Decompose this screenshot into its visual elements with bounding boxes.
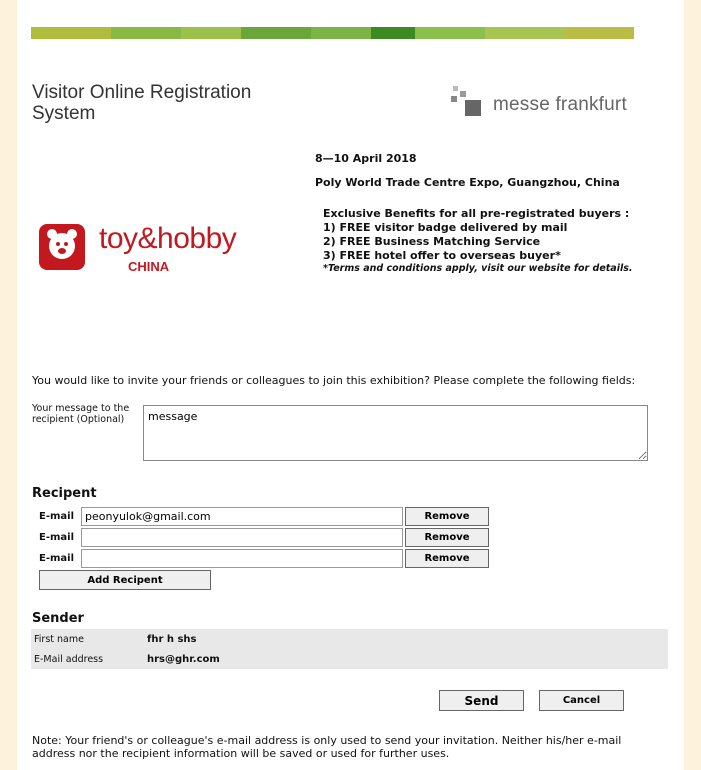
- remove-recipient-button[interactable]: Remove: [405, 549, 489, 568]
- messe-frankfurt-logo: messe frankfurt: [437, 80, 657, 120]
- remove-recipient-button[interactable]: Remove: [405, 528, 489, 547]
- recipient-heading: Recipent: [32, 486, 97, 501]
- email-label: E-mail: [39, 532, 75, 543]
- sender-email-value: hrs@ghr.com: [147, 654, 220, 665]
- recipient-email-input[interactable]: [81, 549, 403, 568]
- benefit-item: 1) FREE visitor badge delivered by mail: [323, 221, 568, 234]
- recipient-email-input[interactable]: [81, 528, 403, 547]
- messe-frankfurt-mark-icon: [451, 86, 481, 116]
- page-title: Visitor Online Registration System: [32, 82, 252, 124]
- logo-sub: CHINA: [128, 259, 170, 274]
- message-textarea[interactable]: message: [143, 405, 648, 461]
- brand-name: messe frankfurt: [493, 94, 627, 115]
- first-name-value: fhr h shs: [147, 634, 197, 645]
- sender-email-label: E-Mail address: [34, 654, 104, 665]
- cancel-button[interactable]: Cancel: [539, 690, 624, 711]
- benefit-item: 2) FREE Business Matching Service: [323, 235, 541, 248]
- first-name-label: First name: [34, 634, 84, 645]
- logo-name: toy&hobby: [99, 222, 237, 255]
- email-label: E-mail: [39, 511, 75, 522]
- remove-recipient-button[interactable]: Remove: [405, 507, 489, 526]
- toy-hobby-logo: toy&hobby CHINA: [37, 218, 287, 278]
- email-label: E-mail: [39, 553, 75, 564]
- terms-note: *Terms and conditions apply, visit our w…: [323, 263, 633, 274]
- event-dates: 8—10 April 2018: [315, 152, 417, 165]
- benefit-item: 3) FREE hotel offer to overseas buyer*: [323, 249, 561, 262]
- privacy-note: Note: Your friend's or colleague's e-mai…: [32, 734, 622, 760]
- invite-intro: You would like to invite your friends or…: [32, 374, 636, 387]
- benefits-block: Exclusive Benefits for all pre-registrat…: [323, 207, 683, 275]
- add-recipient-button[interactable]: Add Recipent: [39, 570, 211, 590]
- event-venue: Poly World Trade Centre Expo, Guangzhou,…: [315, 176, 620, 189]
- benefits-heading: Exclusive Benefits for all pre-registrat…: [323, 207, 630, 220]
- sender-info-box: First name fhr h shs E-Mail address hrs@…: [31, 629, 668, 669]
- message-label: Your message to the recipient (Optional): [32, 403, 130, 425]
- sender-heading: Sender: [32, 611, 84, 626]
- page: Visitor Online Registration System messe…: [17, 0, 684, 770]
- recipient-email-input[interactable]: [81, 507, 403, 526]
- send-button[interactable]: Send: [439, 690, 524, 711]
- teddy-bear-icon: [39, 224, 85, 270]
